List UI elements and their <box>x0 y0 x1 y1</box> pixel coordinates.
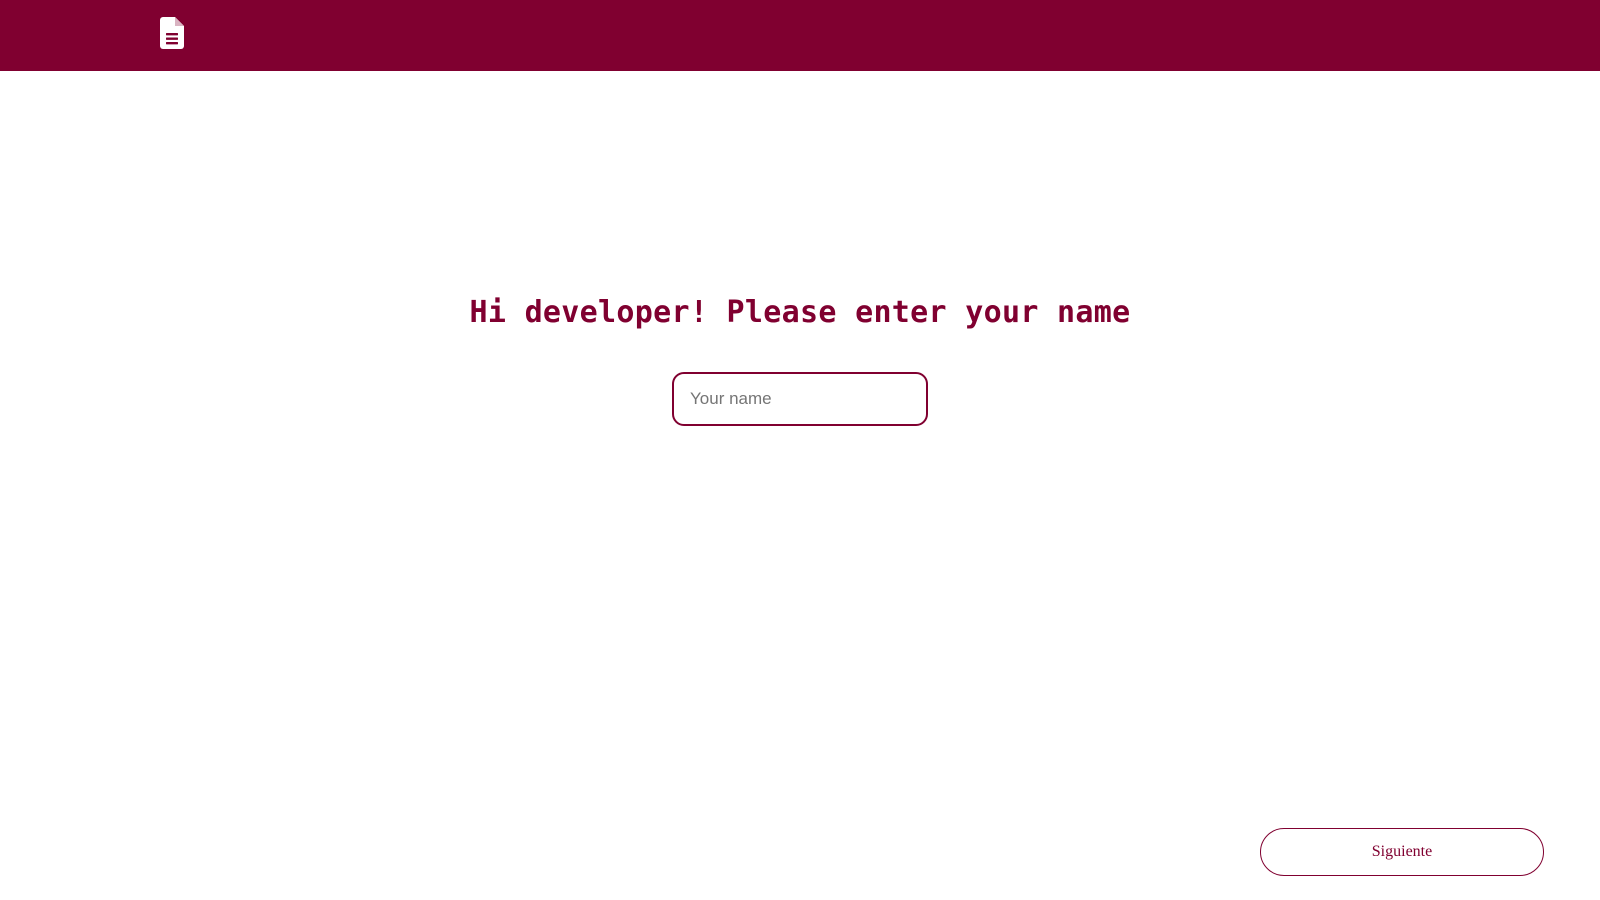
next-button[interactable]: Siguiente <box>1260 828 1544 876</box>
name-input[interactable] <box>672 372 928 426</box>
top-bar <box>0 0 1600 71</box>
main-content: Hi developer! Please enter your name Sig… <box>0 71 1600 900</box>
page-heading: Hi developer! Please enter your name <box>469 295 1131 330</box>
document-icon <box>160 17 184 49</box>
